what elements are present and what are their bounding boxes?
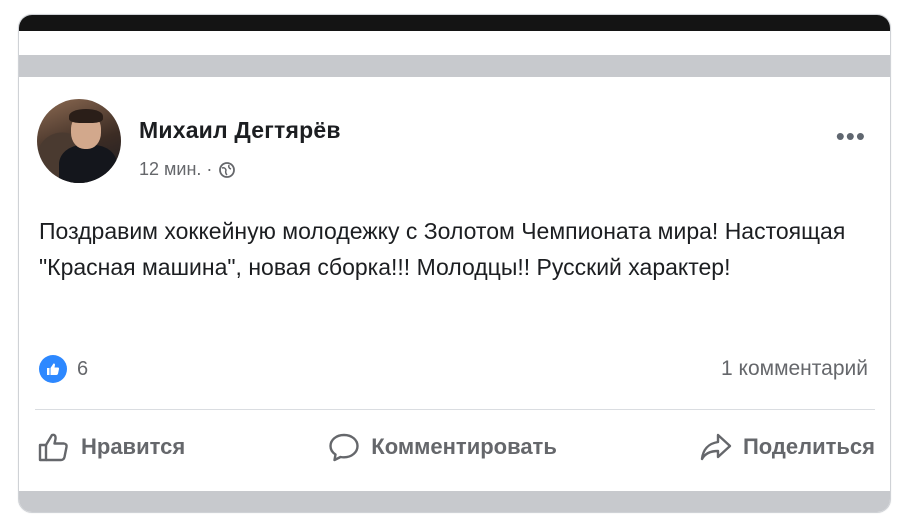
more-icon[interactable]: •••	[836, 123, 866, 149]
comment-button-label: Комментировать	[371, 434, 557, 459]
share-icon	[699, 431, 733, 463]
avatar[interactable]	[37, 99, 121, 183]
share-button[interactable]: Поделиться	[693, 427, 881, 467]
feed-separator-top	[19, 55, 890, 77]
share-button-label: Поделиться	[742, 434, 875, 459]
post-card: Михаил Дегтярёв 12 мин. · ••• Поздравим …	[19, 77, 890, 491]
post-text: Поздравим хоккейную молодежку с Золотом …	[39, 218, 846, 280]
comment-icon	[327, 431, 361, 463]
reactions-summary[interactable]: 6	[39, 355, 88, 383]
like-icon	[39, 355, 67, 383]
post-meta: 12 мин. ·	[139, 159, 236, 180]
actions-divider	[35, 409, 875, 410]
like-button[interactable]: Нравится	[31, 427, 191, 467]
avatar-suit	[59, 145, 117, 183]
thumbs-up-icon	[37, 431, 71, 463]
like-button-label: Нравится	[81, 434, 186, 459]
author-name[interactable]: Михаил Дегтярёв	[139, 117, 341, 144]
comment-button[interactable]: Комментировать	[321, 427, 563, 467]
reactions-count: 6	[77, 357, 89, 380]
avatar-hair	[69, 109, 103, 123]
post-actions: Нравится Комментировать Поделиться	[31, 423, 881, 471]
post-time[interactable]: 12 мин. ·	[139, 159, 212, 180]
feed-separator-bottom	[19, 491, 890, 512]
globe-icon[interactable]	[218, 161, 236, 179]
screenshot-frame: Михаил Дегтярёв 12 мин. · ••• Поздравим …	[18, 14, 891, 513]
top-dark-bar	[19, 15, 890, 31]
comments-count[interactable]: 1 комментарий	[721, 357, 868, 381]
